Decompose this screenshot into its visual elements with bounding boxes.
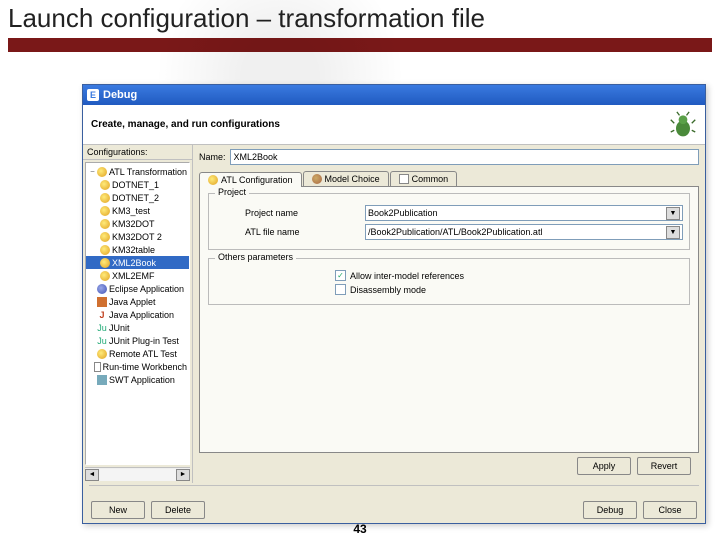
close-button[interactable]: Close [643, 501, 697, 519]
junit-plugin-icon: Ju [97, 336, 107, 346]
page-number: 43 [353, 522, 366, 536]
junit-icon: Ju [97, 323, 107, 333]
scroll-left-button[interactable]: ◄ [85, 469, 99, 481]
tab-bar: ATL Configuration Model Choice Common [199, 171, 699, 187]
checkbox-disassembly-label: Disassembly mode [350, 285, 426, 295]
delete-button[interactable]: Delete [151, 501, 205, 519]
atl-icon [97, 167, 107, 177]
apply-button[interactable]: Apply [577, 457, 631, 475]
checkbox-disassembly[interactable] [335, 284, 346, 295]
tree-child[interactable]: KM3_test [86, 204, 189, 217]
dialog-footer: New Delete Debug Close [83, 501, 705, 519]
tree-node[interactable]: Java Applet [86, 295, 189, 308]
eclipse-icon: E [87, 89, 99, 101]
dialog-titlebar[interactable]: E Debug [83, 85, 705, 105]
tab-model-choice[interactable]: Model Choice [303, 171, 389, 186]
project-group-title: Project [215, 187, 249, 197]
apply-revert-row: Apply Revert [199, 453, 699, 479]
project-name-label: Project name [215, 208, 365, 218]
checkbox-intermodel[interactable]: ✓ [335, 270, 346, 281]
model-tab-icon [312, 174, 322, 184]
scroll-right-button[interactable]: ► [176, 469, 190, 481]
configurations-tree[interactable]: −ATL Transformation DOTNET_1 DOTNET_2 KM… [85, 162, 190, 465]
tree-node[interactable]: SWT Application [86, 373, 189, 386]
java-app-icon: J [97, 310, 107, 320]
others-group: Others parameters ✓ Allow inter-model re… [208, 258, 690, 305]
tab-common[interactable]: Common [390, 171, 458, 186]
atl-tab-icon [208, 175, 218, 185]
others-group-title: Others parameters [215, 252, 296, 262]
tree-child[interactable]: KM32DOT [86, 217, 189, 230]
dialog-header: Create, manage, and run configurations [83, 105, 705, 145]
atl-icon [100, 232, 110, 242]
atl-icon [100, 193, 110, 203]
configurations-label: Configurations: [83, 145, 192, 160]
tree-node-atl[interactable]: −ATL Transformation [86, 165, 189, 178]
tree-scrollbar[interactable]: ◄ ► [85, 467, 190, 481]
tree-node[interactable]: JuJUnit [86, 321, 189, 334]
atl-file-combo[interactable]: /Book2Publication/ATL/Book2Publication.a… [365, 224, 683, 240]
name-input[interactable] [230, 149, 699, 165]
project-name-combo[interactable]: Book2Publication ▼ [365, 205, 683, 221]
debug-dialog: E Debug Create, manage, and run configur… [82, 84, 706, 524]
scroll-track[interactable] [99, 469, 176, 481]
name-label: Name: [199, 152, 226, 162]
java-applet-icon [97, 297, 107, 307]
tree-node[interactable]: JJava Application [86, 308, 189, 321]
atl-icon [100, 180, 110, 190]
tree-child[interactable]: DOTNET_1 [86, 178, 189, 191]
runtime-icon [94, 362, 101, 372]
tree-child[interactable]: DOTNET_2 [86, 191, 189, 204]
swt-icon [97, 375, 107, 385]
new-button[interactable]: New [91, 501, 145, 519]
remote-atl-icon [97, 349, 107, 359]
atl-icon [100, 206, 110, 216]
atl-icon [100, 258, 110, 268]
dialog-title: Debug [103, 89, 137, 101]
chevron-down-icon[interactable]: ▼ [666, 226, 680, 239]
separator [89, 485, 699, 486]
atl-icon [100, 245, 110, 255]
revert-button[interactable]: Revert [637, 457, 691, 475]
tree-node[interactable]: Run-time Workbench [86, 360, 189, 373]
tree-node[interactable]: JuJUnit Plug-in Test [86, 334, 189, 347]
tree-node[interactable]: Eclipse Application [86, 282, 189, 295]
tree-child[interactable]: KM32table [86, 243, 189, 256]
atl-file-value: /Book2Publication/ATL/Book2Publication.a… [368, 227, 666, 237]
bug-icon [669, 111, 697, 139]
tab-content: Project Project name Book2Publication ▼ … [199, 187, 699, 453]
debug-button[interactable]: Debug [583, 501, 637, 519]
project-group: Project Project name Book2Publication ▼ … [208, 193, 690, 250]
atl-file-label: ATL file name [215, 227, 365, 237]
tree-child-selected[interactable]: XML2Book [86, 256, 189, 269]
config-form: Name: ATL Configuration Model Choice Com… [193, 145, 705, 483]
tree-child[interactable]: KM32DOT 2 [86, 230, 189, 243]
tree-child[interactable]: XML2EMF [86, 269, 189, 282]
eclipse-app-icon [97, 284, 107, 294]
dialog-header-text: Create, manage, and run configurations [91, 119, 280, 130]
common-tab-icon [399, 174, 409, 184]
checkbox-intermodel-label: Allow inter-model references [350, 271, 464, 281]
atl-icon [100, 271, 110, 281]
configurations-panel: Configurations: −ATL Transformation DOTN… [83, 145, 193, 483]
atl-icon [100, 219, 110, 229]
chevron-down-icon[interactable]: ▼ [666, 207, 680, 220]
tab-atl-config[interactable]: ATL Configuration [199, 172, 302, 187]
tree-node[interactable]: Remote ATL Test [86, 347, 189, 360]
project-name-value: Book2Publication [368, 208, 666, 218]
